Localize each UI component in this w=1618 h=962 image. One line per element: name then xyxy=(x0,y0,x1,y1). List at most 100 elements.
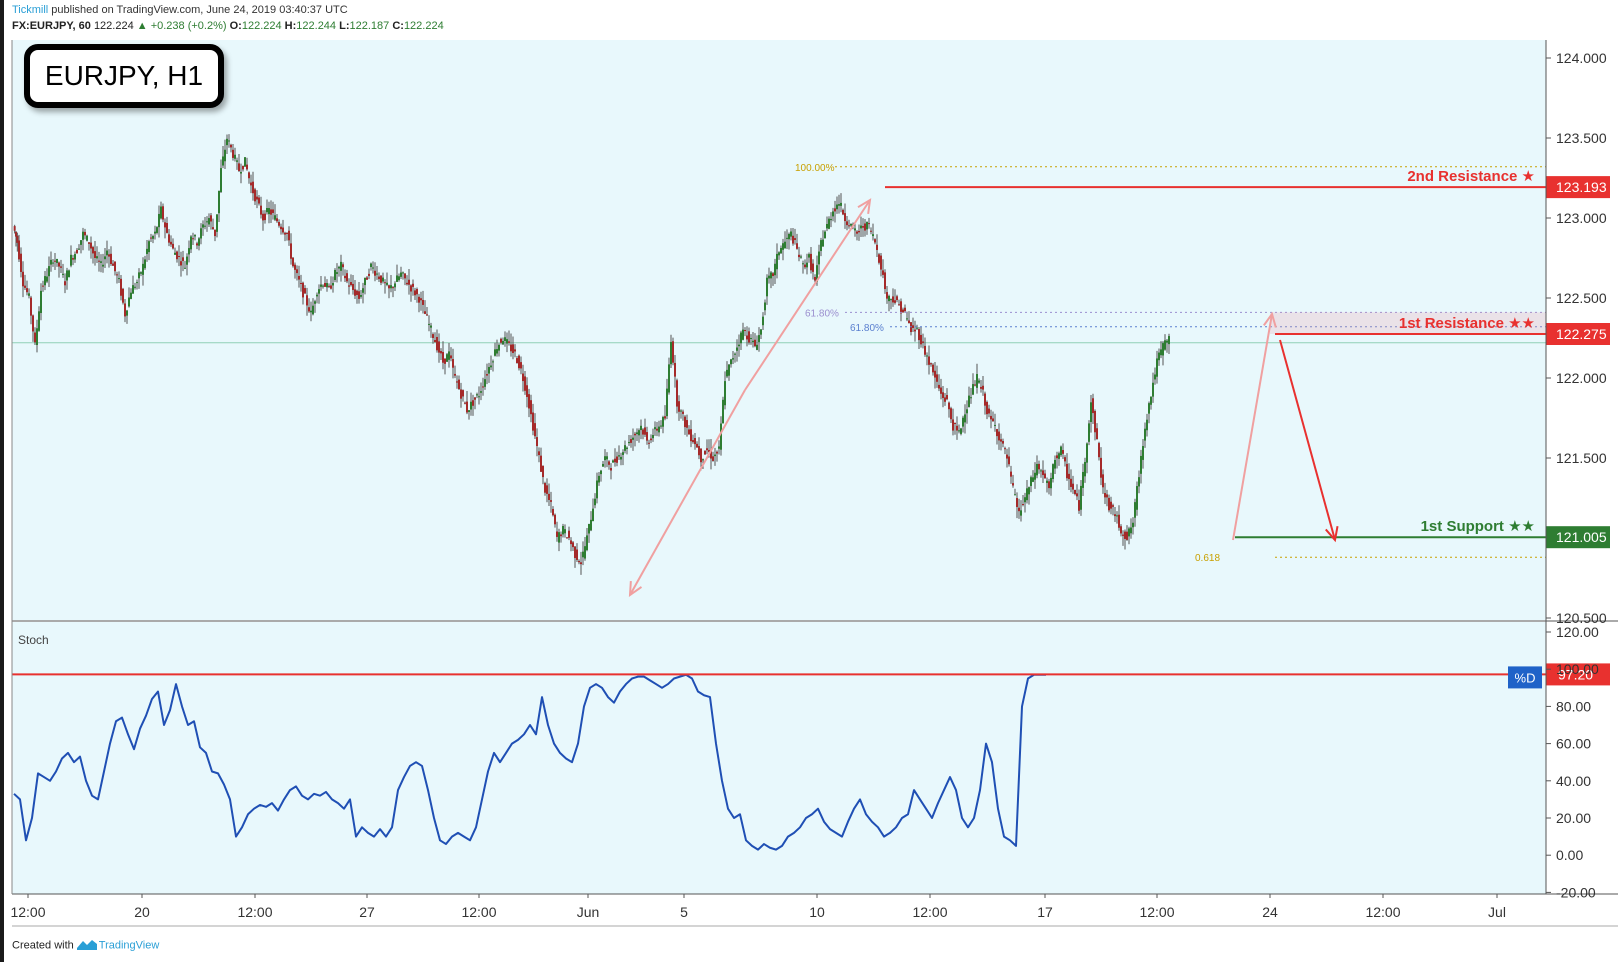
candle-body xyxy=(578,560,580,563)
candle-body xyxy=(678,401,680,412)
candle-body xyxy=(1020,510,1022,516)
candle-body xyxy=(1132,522,1134,528)
candle-body xyxy=(558,532,560,543)
candle-body xyxy=(654,427,656,430)
candle-body xyxy=(330,285,332,289)
candle-body xyxy=(812,263,814,272)
candle-body xyxy=(154,231,156,234)
candle-body xyxy=(794,238,796,240)
candle-body xyxy=(1164,340,1166,350)
candle-body xyxy=(754,339,756,347)
candle-body xyxy=(62,273,64,275)
candle-body xyxy=(1018,507,1020,512)
candle-body xyxy=(682,411,684,414)
candle-body xyxy=(746,335,748,340)
candle-body xyxy=(204,225,206,227)
candle-body xyxy=(394,283,396,288)
candle-body xyxy=(260,205,262,215)
candle-body xyxy=(798,254,800,258)
candle-body xyxy=(630,439,632,443)
candle-body xyxy=(320,284,322,287)
candle-body xyxy=(1028,487,1030,495)
candle-body xyxy=(1032,477,1034,482)
candle-body xyxy=(74,254,76,260)
candle-body xyxy=(972,384,974,395)
candle-body xyxy=(276,218,278,222)
candle-body xyxy=(1108,497,1110,511)
candle-body xyxy=(286,232,288,234)
candle-body xyxy=(356,290,358,295)
candle-body xyxy=(526,385,528,397)
candle-body xyxy=(440,350,442,354)
candle-body xyxy=(1146,419,1148,431)
candle-body xyxy=(1136,486,1138,510)
candle-body xyxy=(142,263,144,275)
candle-body xyxy=(758,335,760,342)
chart[interactable]: 100.00% 61.80% 61.80% 0.618 2nd Resistance ★… xyxy=(0,0,1618,962)
candle-body xyxy=(926,355,928,357)
candle-body xyxy=(1122,534,1124,536)
candle-body xyxy=(640,425,642,431)
candle-body xyxy=(86,235,88,241)
candle-body xyxy=(834,208,836,212)
candle-body xyxy=(784,241,786,249)
candle-body xyxy=(1118,514,1120,528)
candle-body xyxy=(534,423,536,437)
candle-body xyxy=(538,451,540,456)
candle-body xyxy=(396,275,398,282)
candle-body xyxy=(1156,358,1158,377)
candle-body xyxy=(436,336,438,351)
candle-body xyxy=(636,432,638,435)
candle-body xyxy=(562,526,564,535)
candle-body xyxy=(338,266,340,269)
candle-body xyxy=(512,344,514,353)
candle-body xyxy=(598,475,600,483)
stoch-title: Stoch xyxy=(18,633,49,647)
candle-body xyxy=(942,392,944,399)
candle-body xyxy=(874,239,876,243)
candle-body xyxy=(576,549,578,560)
tradingview-link[interactable]: TradingView xyxy=(99,939,160,951)
candle-body xyxy=(466,401,468,413)
candle-body xyxy=(620,456,622,460)
level-label: 2nd Resistance ★ xyxy=(1407,168,1535,185)
level-label: 1st Resistance ★★ xyxy=(1399,315,1535,332)
candle-body xyxy=(166,222,168,233)
candle-body xyxy=(736,347,738,351)
candle-body xyxy=(486,374,488,376)
candle-body xyxy=(454,373,456,376)
candle-body xyxy=(804,264,806,268)
candle-body xyxy=(108,254,110,257)
candle-body xyxy=(104,256,106,260)
candle-body xyxy=(480,391,482,393)
candle-body xyxy=(730,359,732,365)
candle-body xyxy=(498,344,500,351)
candle-body xyxy=(788,233,790,240)
candle-body xyxy=(1056,455,1058,459)
candle-body xyxy=(1084,461,1086,477)
candle-body xyxy=(346,273,348,282)
fib-level-label: 61.80% xyxy=(805,308,839,319)
candle-body xyxy=(218,190,220,214)
candle-body xyxy=(216,214,218,232)
candle-body xyxy=(1090,402,1092,422)
candle-body xyxy=(358,291,360,299)
candle-body xyxy=(950,408,952,420)
candle-body xyxy=(48,266,50,277)
candle-body xyxy=(266,208,268,213)
candle-body xyxy=(280,226,282,230)
candle-body xyxy=(864,223,866,231)
candle-body xyxy=(836,204,838,210)
candle-body xyxy=(796,243,798,249)
candle-body xyxy=(412,283,414,287)
candle-body xyxy=(386,282,388,285)
candle-body xyxy=(212,227,214,230)
candle-body xyxy=(1000,439,1002,442)
candle-body xyxy=(978,380,980,383)
candle-body xyxy=(862,226,864,228)
candle-body xyxy=(688,429,690,435)
candle-body xyxy=(488,366,490,374)
candle-body xyxy=(872,234,874,237)
candle-body xyxy=(916,327,918,329)
candle-body xyxy=(662,417,664,427)
